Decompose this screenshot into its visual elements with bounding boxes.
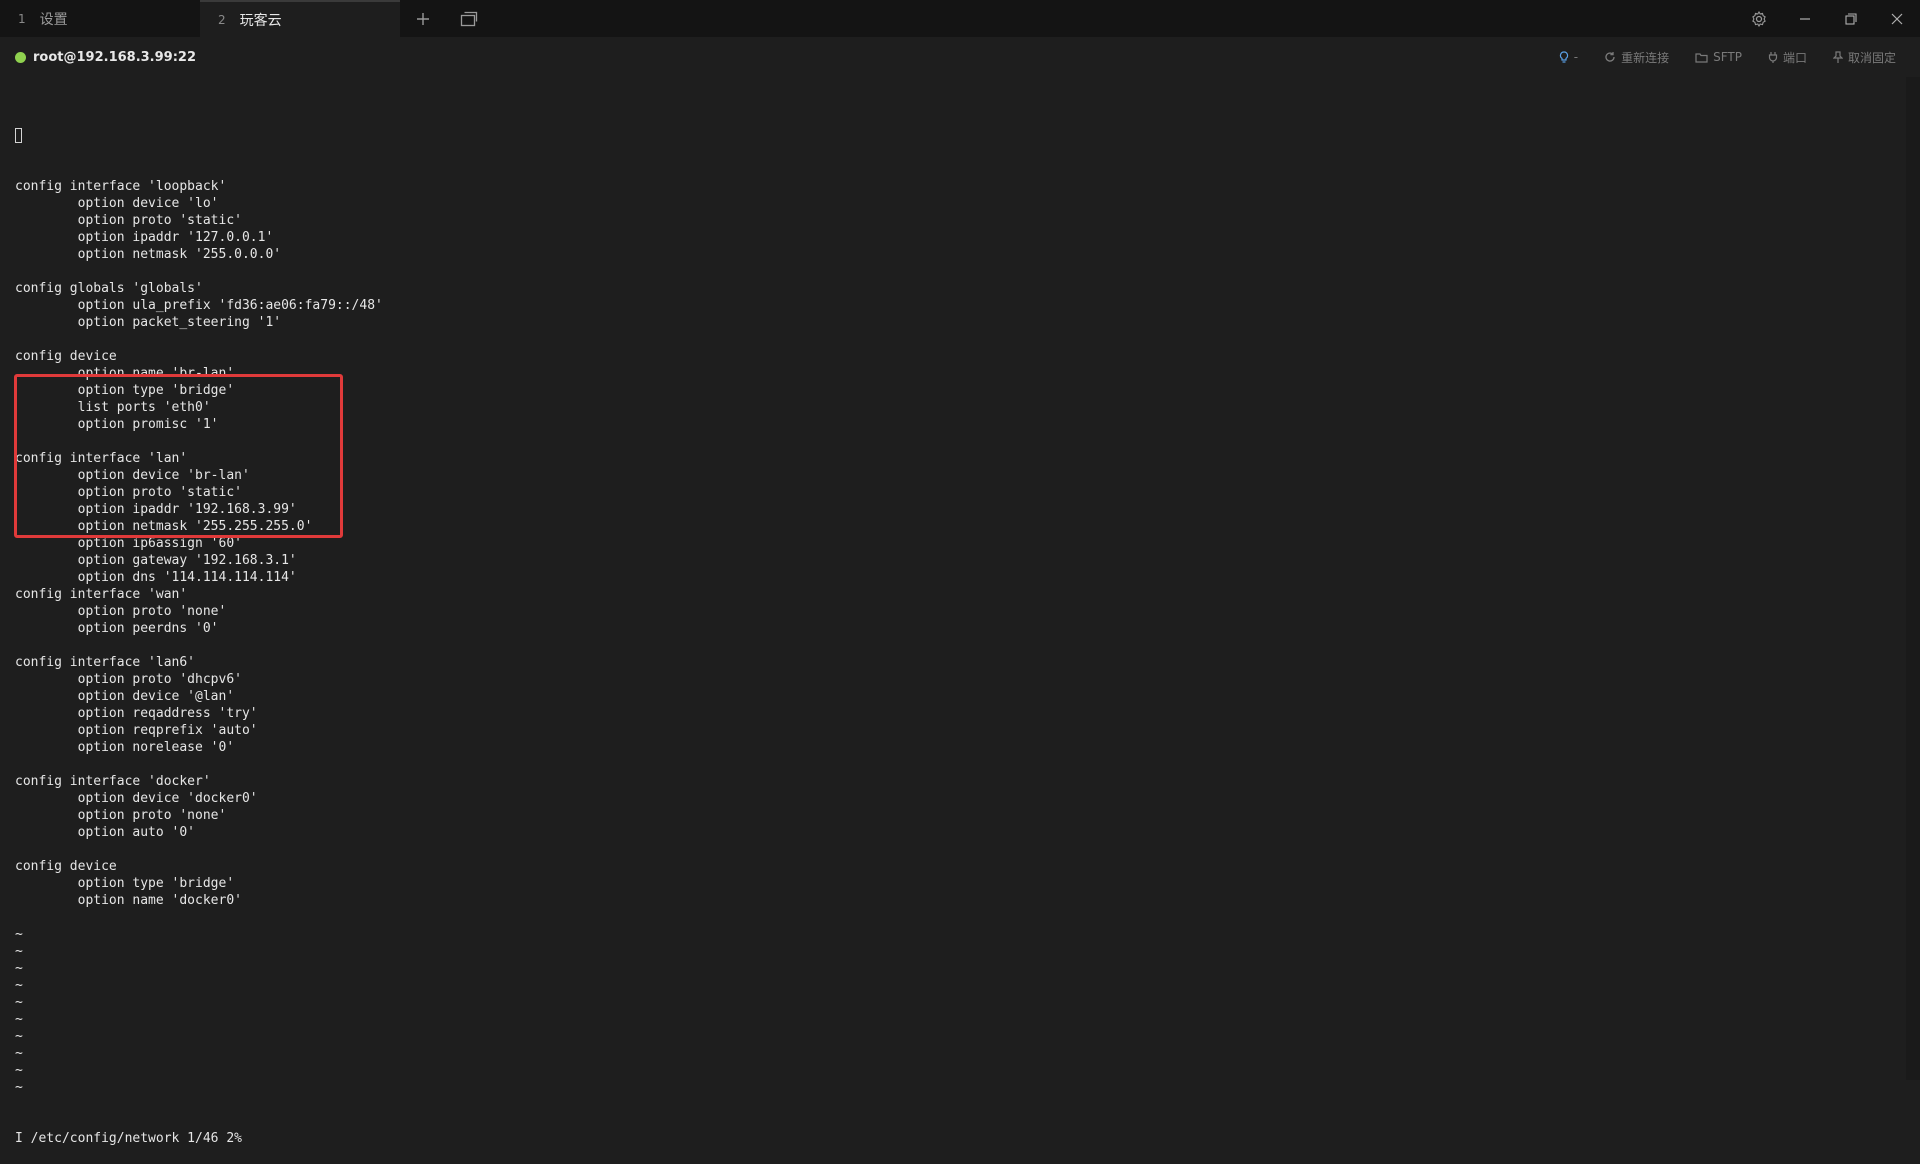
terminal-line: option name 'docker0' — [15, 893, 242, 908]
terminal-cursor-line — [15, 127, 1885, 144]
terminal-cursor — [15, 128, 22, 143]
port-label: 端口 — [1782, 50, 1807, 65]
minimize-button[interactable] — [1782, 0, 1828, 37]
new-tab-button[interactable] — [400, 0, 446, 37]
terminal-line: config interface 'wan' — [15, 587, 188, 602]
terminal-line: ~ — [15, 1046, 23, 1061]
restore-icon — [1845, 12, 1857, 25]
terminal-line: option type 'bridge' — [15, 383, 235, 398]
tab-label: 设置 — [39, 11, 68, 28]
terminal-line: option device 'br-lan' — [15, 468, 250, 483]
terminal-line: config globals 'globals' — [15, 281, 203, 296]
terminal-line: option ipaddr '127.0.0.1' — [15, 230, 274, 245]
restore-button[interactable] — [1828, 0, 1874, 37]
connection-status-dot — [15, 51, 26, 63]
terminal-line: option peerdns '0' — [15, 621, 219, 636]
terminal-line: option proto 'none' — [15, 604, 227, 619]
terminal-line: option proto 'none' — [15, 808, 227, 823]
terminal-lines: config interface 'loopback' option devic… — [15, 178, 1885, 1096]
terminal-output[interactable]: config interface 'loopback' option devic… — [15, 93, 1885, 1146]
sftp-label: SFTP — [1713, 50, 1742, 64]
terminal-line: ~ — [15, 995, 23, 1010]
terminal-line: option reqprefix 'auto' — [15, 723, 258, 738]
terminal-line: option ipaddr '192.168.3.99' — [15, 502, 297, 517]
terminal-line: option netmask '255.255.255.0' — [15, 519, 313, 534]
terminal-line: option proto 'static' — [15, 213, 242, 228]
terminal-line: list ports 'eth0' — [15, 400, 211, 415]
terminal-line: option promisc '1' — [15, 417, 219, 432]
session-bar: root@192.168.3.99:22 - 重新连接 SFTP 端口 取消固定 — [0, 37, 1920, 77]
reconnect-button[interactable]: 重新连接 — [1604, 49, 1669, 66]
hint-button[interactable]: - — [1559, 50, 1578, 64]
terminal-line: ~ — [15, 1063, 23, 1078]
terminal-line: ~ — [15, 1080, 23, 1095]
terminal-line: ~ — [15, 1029, 23, 1044]
pin-icon — [1832, 51, 1843, 63]
refresh-icon — [1605, 52, 1615, 62]
terminal-line: option dns '114.114.114.114' — [15, 570, 297, 585]
terminal-line: option type 'bridge' — [15, 876, 235, 891]
tab-number: 1 — [18, 11, 26, 26]
unpin-button[interactable]: 取消固定 — [1832, 49, 1896, 66]
terminal-line: option packet_steering '1' — [15, 315, 282, 330]
terminal-line: config device — [15, 859, 117, 874]
terminal-line: config interface 'loopback' — [15, 179, 227, 194]
terminal-line: ~ — [15, 961, 23, 976]
terminal-line: option proto 'static' — [15, 485, 242, 500]
terminal-line: option gateway '192.168.3.1' — [15, 553, 297, 568]
terminal-line: ~ — [15, 1012, 23, 1027]
reconnect-label: 重新连接 — [1621, 50, 1670, 65]
terminal-scrollbar[interactable] — [1906, 77, 1920, 1080]
terminal-line: option netmask '255.0.0.0' — [15, 247, 282, 262]
hint-label: - — [1573, 50, 1579, 64]
plug-icon — [1768, 52, 1778, 63]
tab-number: 2 — [218, 12, 226, 27]
terminal-line: option norelease '0' — [15, 740, 235, 755]
close-icon — [1891, 13, 1903, 24]
terminal-line: config interface 'lan6' — [15, 655, 196, 670]
vim-status-line: I /etc/config/network 1/46 2% — [15, 1131, 242, 1146]
terminal-line: option proto 'dhcpv6' — [15, 672, 242, 687]
terminal-line: ~ — [15, 978, 23, 993]
session-actions: - 重新连接 SFTP 端口 取消固定 — [1559, 37, 1896, 77]
tab-bar: 1 设置 2 玩客云 — [0, 0, 1920, 37]
terminal-line: config interface 'docker' — [15, 774, 211, 789]
terminal-line: ~ — [15, 944, 23, 959]
gear-icon — [1752, 10, 1766, 27]
terminal-line: option device 'lo' — [15, 196, 219, 211]
close-button[interactable] — [1874, 0, 1920, 37]
terminal-line: option reqaddress 'try' — [15, 706, 258, 721]
tab-list-button[interactable] — [446, 0, 492, 37]
terminal-line: option device '@lan' — [15, 689, 235, 704]
settings-button[interactable] — [1736, 0, 1782, 37]
tab-settings[interactable]: 1 设置 — [0, 0, 200, 37]
session-title: root@192.168.3.99:22 — [33, 49, 197, 65]
window-controls — [1736, 0, 1920, 37]
terminal-line: option ip6assign '60' — [15, 536, 242, 551]
terminal-line: option auto '0' — [15, 825, 196, 840]
terminal-line: option device 'docker0' — [15, 791, 258, 806]
lightbulb-icon — [1559, 50, 1568, 63]
tab-label: 玩客云 — [239, 12, 282, 29]
port-button[interactable]: 端口 — [1768, 49, 1807, 66]
terminal-line: config device — [15, 349, 117, 364]
unpin-label: 取消固定 — [1847, 50, 1896, 65]
sftp-button[interactable]: SFTP — [1695, 50, 1742, 64]
minimize-icon — [1800, 17, 1810, 20]
tab-wankeyun[interactable]: 2 玩客云 — [200, 0, 400, 37]
terminal-line: ~ — [15, 927, 23, 942]
terminal-line: config interface 'lan' — [15, 451, 188, 466]
plus-icon — [417, 12, 429, 25]
terminal-line: option ula_prefix 'fd36:ae06:fa79::/48' — [15, 298, 383, 313]
folder-icon — [1695, 52, 1708, 63]
windows-icon — [460, 11, 478, 26]
terminal-line: option name 'br-lan' — [15, 366, 235, 381]
